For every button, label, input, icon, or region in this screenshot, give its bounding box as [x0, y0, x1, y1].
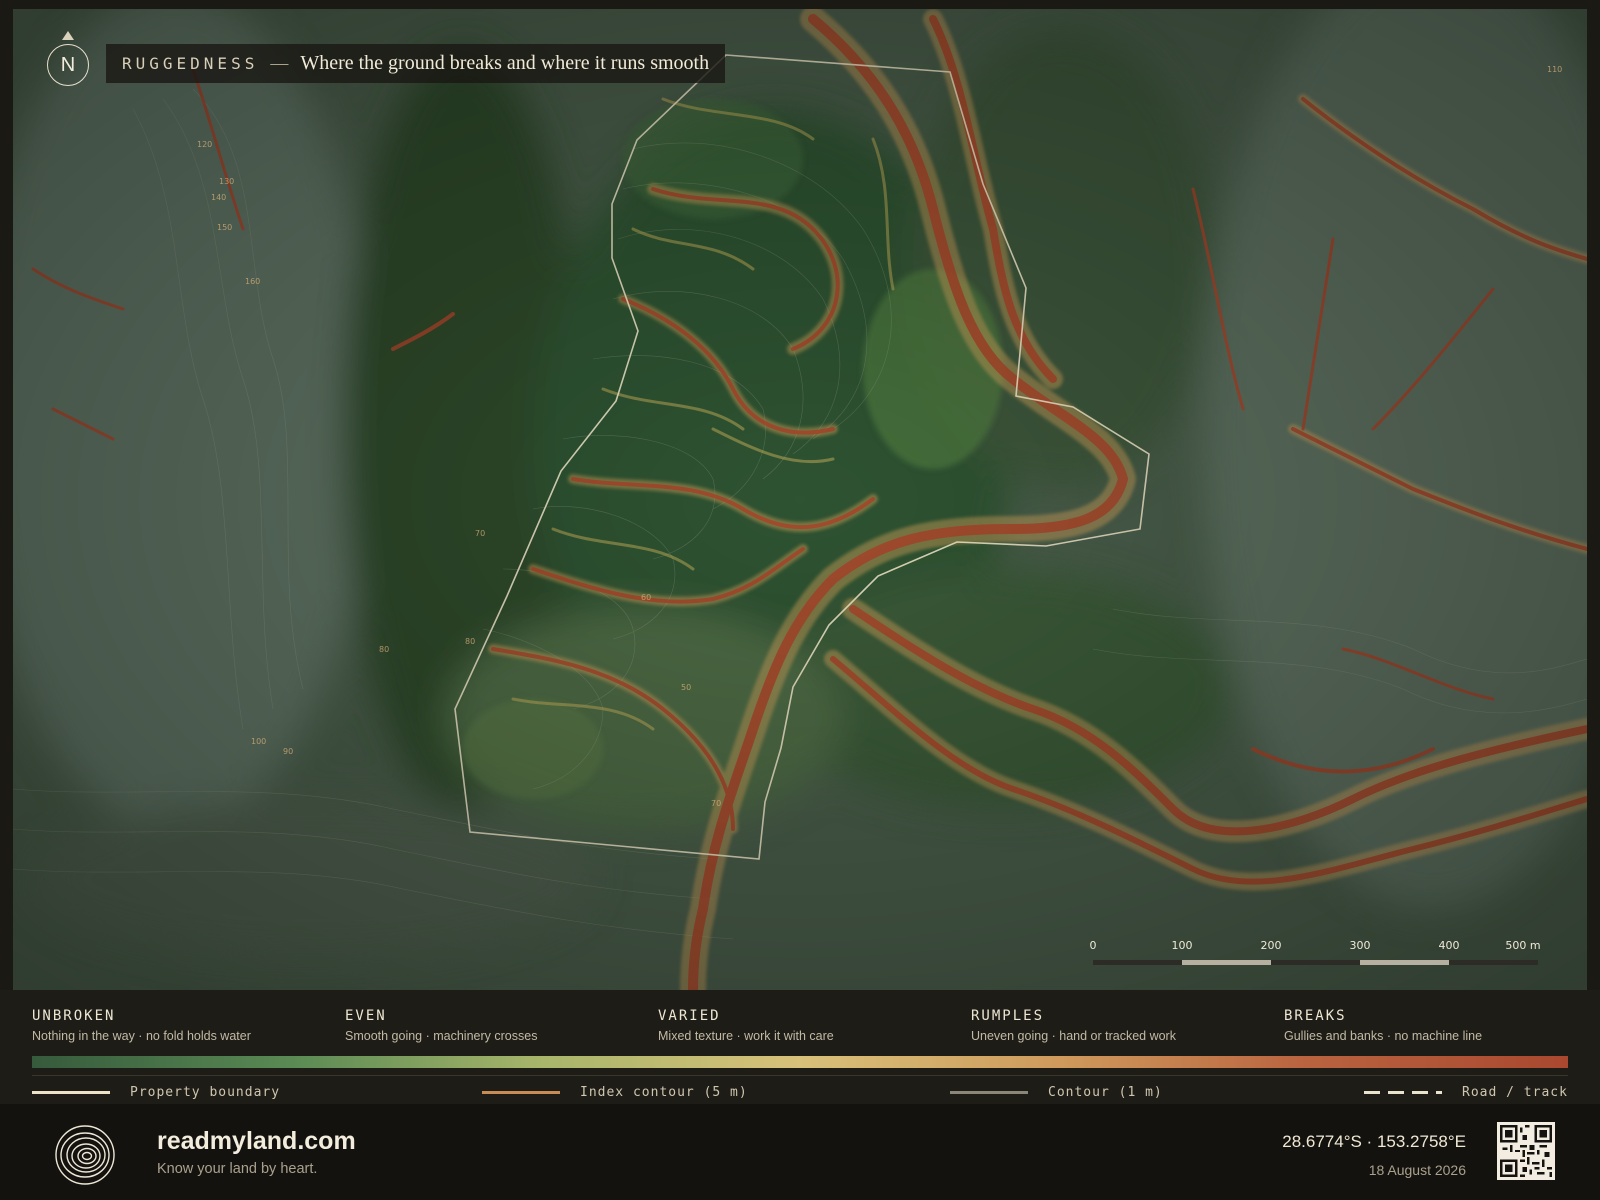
contour-label: 140 [211, 193, 227, 202]
scale-segment-dark [1271, 960, 1360, 965]
legend-road: Road / track [1364, 1083, 1568, 1101]
legend-class-varied: VARIED Mixed texture · work it with care [658, 1008, 958, 1043]
scale-segment-dark [1449, 960, 1538, 965]
contour-label: 50 [681, 683, 692, 692]
legend-contour: Contour (1 m) [950, 1083, 1163, 1101]
contour-label: 70 [711, 799, 722, 808]
contour-label: 160 [245, 277, 261, 286]
scale-tick-label: 0 [1089, 939, 1097, 952]
print-date: 18 August 2026 [1368, 1162, 1466, 1178]
legend-class-rumples: RUMPLES Uneven going · hand or tracked w… [971, 1008, 1271, 1043]
terrain-layer [13, 9, 1587, 990]
legend-index-contour-label: Index contour (5 m) [580, 1084, 748, 1100]
legend-class-even: EVEN Smooth going · machinery crosses [345, 1008, 645, 1043]
legend-class-desc: Nothing in the way · no fold holds water [32, 1029, 251, 1043]
scale-tick-label: 500 m [1505, 939, 1541, 952]
ruggedness-color-ramp [32, 1056, 1568, 1068]
legend-index-contour: Index contour (5 m) [482, 1083, 748, 1101]
legend-class-desc: Uneven going · hand or tracked work [971, 1029, 1176, 1043]
scale-segment-light [1182, 960, 1271, 965]
legend-class-breaks: BREAKS Gullies and banks · no machine li… [1284, 1008, 1584, 1043]
brand-tagline: Know your land by heart. [157, 1161, 318, 1177]
contour-label: 130 [219, 177, 235, 186]
north-label: N [60, 53, 76, 76]
contour-label: 110 [1547, 65, 1563, 74]
legend-class-name: UNBROKEN [32, 1008, 116, 1024]
contour-label: 150 [217, 223, 233, 232]
scale-bar: 0 100 200 300 400 500 m [1089, 939, 1541, 969]
map-title-separator: — [270, 53, 289, 73]
north-compass-icon: N [47, 44, 89, 86]
contour-label: 70 [475, 529, 486, 538]
scale-tick-label: 200 [1260, 939, 1282, 952]
index-contour-swatch [482, 1090, 560, 1094]
contour-label: 120 [197, 140, 213, 149]
footer: readmyland.com Know your land by heart. … [0, 1104, 1600, 1200]
scale-tick-label: 100 [1171, 939, 1193, 952]
contour-label: 90 [283, 747, 294, 756]
legend-class-desc: Smooth going · machinery crosses [345, 1029, 538, 1043]
legend-road-label: Road / track [1462, 1084, 1568, 1100]
legend-class-name: EVEN [345, 1008, 387, 1024]
contour-label: 60 [641, 593, 652, 602]
road-dash-swatch [1364, 1090, 1442, 1094]
legend-divider [32, 1075, 1568, 1076]
scale-segment-dark [1093, 960, 1182, 965]
legend-class-name: BREAKS [1284, 1008, 1347, 1024]
legend-boundary-label: Property boundary [130, 1084, 281, 1100]
legend-class-unbroken: UNBROKEN Nothing in the way · no fold ho… [32, 1008, 332, 1043]
scale-segment-light [1360, 960, 1449, 965]
legend-class-name: VARIED [658, 1008, 721, 1024]
ruggedness-map[interactable]: N RUGGEDNESS — Where the ground breaks a… [13, 9, 1587, 990]
brand-name[interactable]: readmyland.com [157, 1127, 356, 1156]
contour-label: 100 [251, 737, 267, 746]
qr-code-icon[interactable] [1497, 1122, 1555, 1180]
map-title-label: RUGGEDNESS [122, 54, 259, 73]
boundary-line-swatch [32, 1090, 110, 1094]
poster-frame: N RUGGEDNESS — Where the ground breaks a… [0, 0, 1600, 1200]
legend-contour-label: Contour (1 m) [1048, 1084, 1163, 1100]
map-title: RUGGEDNESS — Where the ground breaks and… [106, 44, 726, 83]
map-subtitle: Where the ground breaks and where it run… [300, 52, 710, 74]
contour-label: 80 [465, 637, 476, 646]
contour-label: 80 [379, 645, 390, 654]
coordinates: 28.6774°S · 153.2758°E [1282, 1132, 1466, 1151]
scale-tick-label: 300 [1349, 939, 1371, 952]
fingerprint-logo-icon [55, 1125, 115, 1185]
legend-boundary: Property boundary [32, 1083, 280, 1101]
north-arrow-icon [62, 31, 74, 40]
scale-tick-label: 400 [1438, 939, 1460, 952]
legend-class-name: RUMPLES [971, 1008, 1045, 1024]
legend-class-desc: Gullies and banks · no machine line [1284, 1029, 1483, 1043]
legend-class-desc: Mixed texture · work it with care [658, 1029, 834, 1043]
contour-swatch [950, 1090, 1028, 1094]
